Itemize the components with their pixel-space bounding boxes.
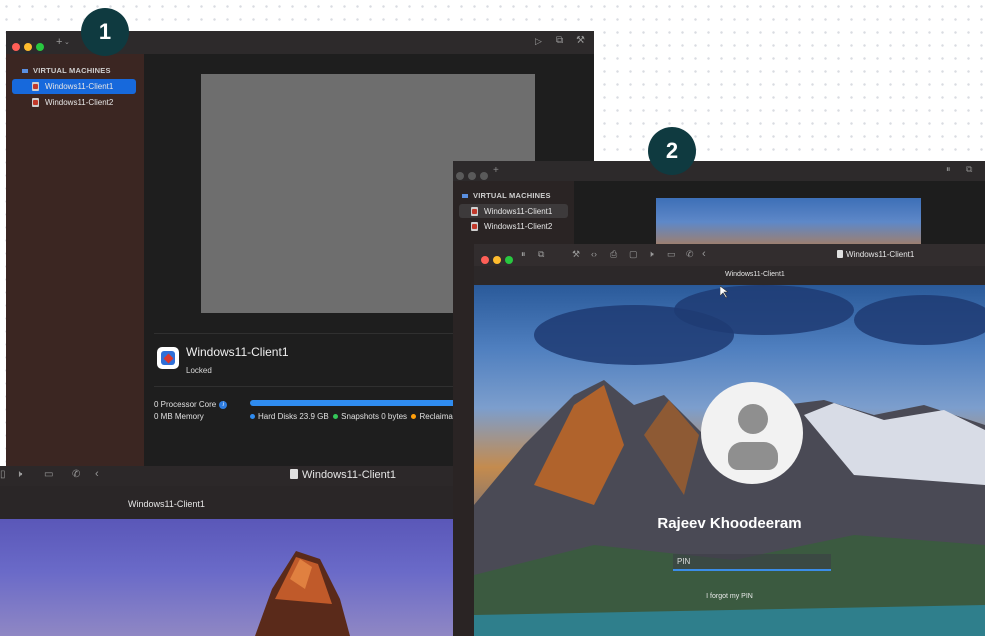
console-tab-title: Windows11-Client1	[128, 499, 205, 509]
lock-icon[interactable]: ▢	[629, 249, 638, 260]
snapshot-icon[interactable]: ⧉	[556, 35, 563, 46]
chevron-down-icon[interactable]: ⌄	[64, 38, 70, 46]
camera-icon[interactable]: ▭	[667, 249, 676, 260]
folder-icon	[462, 193, 468, 198]
info-icon[interactable]: i	[219, 400, 228, 409]
vmware-app-icon	[157, 347, 179, 369]
mouse-cursor-icon	[720, 286, 728, 298]
user-avatar	[701, 382, 803, 484]
vm-status: Locked	[186, 366, 212, 375]
processor-label: 0 Processor Core	[154, 400, 217, 409]
user-name: Rajeev Khoodeeram	[657, 515, 802, 532]
vm-console-window-front: ⏸ ⧉ ⚒ ‹› ⎙ ▢ 🕨 ▭ ✆ ‹ Windows11-Client1 W…	[474, 244, 985, 636]
vm-doc-icon	[837, 250, 843, 258]
close-button[interactable]	[12, 43, 20, 51]
console-title-text: Windows11-Client1	[846, 250, 915, 259]
avatar-head	[738, 404, 768, 434]
pause-icon[interactable]: ⏸	[946, 164, 951, 175]
console-tab-bar: Windows11-Client1	[474, 266, 985, 285]
phone-icon[interactable]: ✆	[686, 249, 694, 260]
sidebar-item-windows11-client2[interactable]: Windows11-Client2	[459, 219, 568, 233]
console-toolbar: ▯ 🕨 ▭ ✆ ‹ Windows11-Client1	[0, 466, 456, 486]
hard-disks-label: Hard Disks	[258, 412, 298, 421]
camera-icon[interactable]: ▭	[44, 469, 53, 480]
play-icon[interactable]: ▷	[535, 36, 542, 47]
console-tab-title: Windows11-Client1	[725, 271, 785, 278]
settings-wrench-icon[interactable]: ⚒	[576, 35, 585, 46]
add-vm-button[interactable]: +	[493, 165, 499, 176]
chevron-left-icon[interactable]: ‹	[702, 248, 706, 260]
sidebar-item-windows11-client2[interactable]: Windows11-Client2	[12, 95, 136, 110]
vm-doc-icon	[290, 469, 298, 479]
step-badge-2: 2	[648, 127, 696, 175]
vm-screen-bottom[interactable]	[0, 519, 456, 636]
console-toolbar: ⏸ ⧉ ⚒ ‹› ⎙ ▢ 🕨 ▭ ✆ ‹ Windows11-Client1	[474, 244, 985, 266]
snapshots-label: Snapshots	[341, 412, 379, 421]
badge-number: 1	[98, 19, 112, 44]
folder-icon	[22, 68, 28, 73]
minimize-button[interactable]	[468, 172, 476, 180]
vm-icon	[32, 82, 39, 91]
window-toolbar: + ⏸ ⧉	[453, 161, 985, 181]
vm-icon	[471, 221, 478, 231]
processor-info: 0 Processor Core i	[154, 400, 228, 409]
keyboard-icon[interactable]: ▯	[0, 469, 6, 480]
section-title: VIRTUAL MACHINES	[33, 66, 111, 75]
forgot-pin-link[interactable]: I forgot my PIN	[474, 593, 985, 600]
close-button[interactable]	[456, 172, 464, 180]
hard-disks-dot	[250, 414, 255, 420]
add-vm-button[interactable]: +	[56, 36, 62, 48]
minimize-button[interactable]	[24, 43, 32, 51]
snapshot-icon[interactable]: ⧉	[538, 249, 544, 260]
sidebar-section-header: VIRTUAL MACHINES	[462, 191, 551, 200]
pin-input[interactable]	[673, 554, 831, 571]
zoom-button[interactable]	[480, 172, 488, 180]
snapshots-value: 0 bytes	[381, 412, 408, 421]
console-title-text: Windows11-Client1	[302, 469, 396, 481]
phone-icon[interactable]: ✆	[72, 469, 80, 480]
settings-wrench-icon[interactable]: ⚒	[572, 249, 580, 260]
minimize-button[interactable]	[493, 256, 501, 264]
vm-icon	[471, 206, 478, 216]
reclaimable-label: Reclaimab	[419, 412, 458, 421]
pause-icon[interactable]: ⏸	[521, 249, 526, 260]
sidebar-item-label: Windows11-Client1	[45, 82, 114, 91]
zoom-button[interactable]	[505, 256, 513, 264]
zoom-button[interactable]	[36, 43, 44, 51]
section-title: VIRTUAL MACHINES	[473, 191, 551, 200]
vm-name: Windows11-Client1	[186, 345, 289, 359]
console-tab-bar: Windows11-Client1	[0, 486, 456, 520]
vm-console-window-bottom: ▯ 🕨 ▭ ✆ ‹ Windows11-Client1 Windows11-Cl…	[0, 466, 456, 636]
sidebar: VIRTUAL MACHINES Windows11-Client1 Windo…	[6, 54, 144, 471]
chevron-left-icon[interactable]: ‹	[95, 468, 99, 480]
printer-icon[interactable]: ⎙	[610, 249, 617, 260]
sidebar-item-label: Windows11-Client2	[484, 221, 553, 231]
step-badge-1: 1	[81, 8, 129, 56]
console-title: Windows11-Client1	[837, 250, 914, 259]
snapshots-dot	[333, 414, 339, 420]
hard-disks-value: 23.9 GB	[299, 412, 329, 421]
sidebar-item-windows11-client1[interactable]: Windows11-Client1	[12, 79, 136, 94]
sidebar-section-header: VIRTUAL MACHINES	[22, 66, 111, 75]
sidebar-item-label: Windows11-Client1	[484, 206, 553, 216]
badge-number: 2	[665, 138, 679, 163]
code-icon[interactable]: ‹›	[591, 249, 597, 259]
sidebar-item-label: Windows11-Client2	[45, 98, 114, 107]
storage-legend: Hard Disks 23.9 GB Snapshots 0 bytes Rec…	[250, 412, 457, 421]
sound-icon[interactable]: 🕨	[16, 469, 22, 480]
reclaimable-dot	[411, 414, 417, 420]
windows-login-screen[interactable]: Rajeev Khoodeeram I forgot my PIN	[474, 285, 985, 636]
rock-formation-image	[255, 551, 350, 636]
console-title: Windows11-Client1	[290, 469, 396, 481]
vm-icon	[32, 98, 39, 107]
sidebar-item-windows11-client1[interactable]: Windows11-Client1	[459, 204, 568, 218]
close-button[interactable]	[481, 256, 489, 264]
avatar-body	[728, 442, 778, 470]
sound-icon[interactable]: 🕨	[648, 249, 654, 260]
snapshot-icon[interactable]: ⧉	[966, 164, 972, 175]
memory-info: 0 MB Memory	[154, 412, 204, 421]
